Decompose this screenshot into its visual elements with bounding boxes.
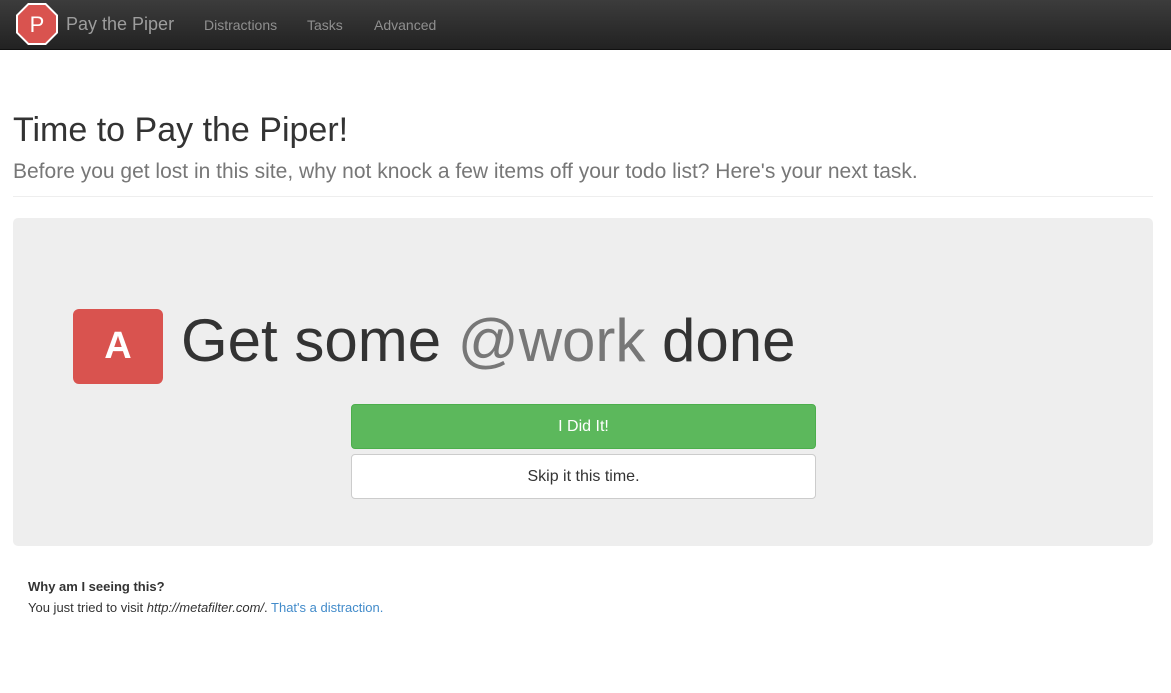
nav-item-advanced[interactable]: Advanced (374, 16, 436, 34)
why-text-before: You just tried to visit (28, 600, 147, 615)
distraction-link[interactable]: That's a distraction. (271, 600, 383, 615)
task-text-prefix: Get some (181, 307, 458, 374)
priority-badge: A (73, 309, 163, 384)
page-title: Time to Pay the Piper! (13, 111, 349, 149)
navbar: P Pay the Piper Distractions Tasks Advan… (0, 0, 1171, 50)
nav-item-distractions[interactable]: Distractions (204, 16, 277, 34)
nav-item-tasks[interactable]: Tasks (307, 16, 343, 34)
page-subtitle: Before you get lost in this site, why no… (13, 160, 918, 183)
why-heading: Why am I seeing this? (28, 579, 165, 594)
why-text-after: . (264, 600, 272, 615)
why-text: You just tried to visit http://metafilte… (28, 600, 383, 615)
brand-name[interactable]: Pay the Piper (66, 13, 174, 35)
stop-sign-logo-icon[interactable]: P (15, 2, 59, 46)
task-context-tag: @work (457, 307, 646, 374)
task-text-suffix: done (645, 307, 796, 374)
header-divider (13, 196, 1153, 197)
visited-url: http://metafilter.com/ (146, 600, 265, 615)
logo-letter: P (30, 12, 45, 37)
i-did-it-button[interactable]: I Did It! (351, 404, 816, 449)
skip-button[interactable]: Skip it this time. (351, 454, 816, 499)
task-text: Get some @work done (181, 303, 796, 379)
